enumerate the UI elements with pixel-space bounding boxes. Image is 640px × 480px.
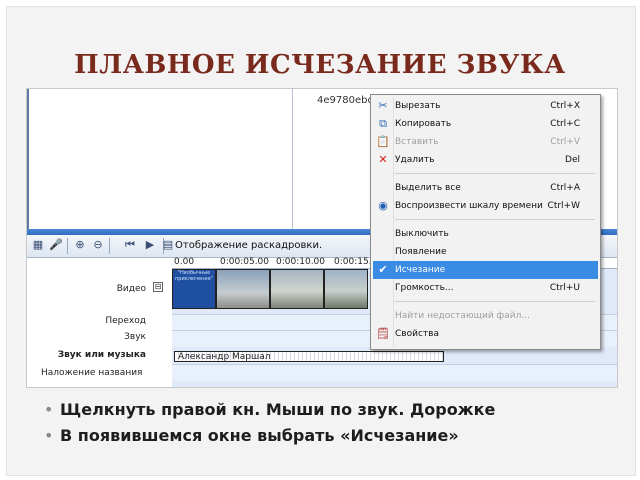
menu-item-fade-out[interactable]: ✔ Исчезание bbox=[373, 261, 598, 279]
menu-item-label: Найти недостающий файл... bbox=[395, 311, 530, 321]
context-menu: ✂ Вырезать Ctrl+X ⧉ Копировать Ctrl+C 📋 … bbox=[370, 94, 601, 350]
menu-item-label: Громкость... bbox=[395, 283, 454, 293]
preview-divider bbox=[292, 89, 293, 229]
menu-item-shortcut: Ctrl+X bbox=[550, 101, 580, 111]
menu-item-volume[interactable]: Громкость... Ctrl+U bbox=[373, 279, 598, 297]
play-icon[interactable]: ▶ bbox=[143, 238, 157, 252]
copy-icon: ⧉ bbox=[379, 117, 387, 130]
toolbar-separator bbox=[109, 238, 110, 254]
properties-icon: 🗒 bbox=[376, 327, 390, 340]
rewind-icon[interactable]: ⏮ bbox=[123, 238, 137, 252]
bullet-list: • Щелкнуть правой кн. Мыши по звук. Дорож… bbox=[44, 400, 624, 452]
bullet-text: В появившемся окне выбрать «Исчезание» bbox=[60, 426, 459, 445]
menu-item-label: Исчезание bbox=[395, 265, 446, 275]
menu-separator bbox=[395, 219, 595, 220]
menu-item-label: Вырезать bbox=[395, 101, 441, 111]
track-label-transition: Переход bbox=[105, 316, 146, 326]
preview-edge bbox=[27, 89, 29, 229]
checkmark-icon: ✔ bbox=[378, 263, 388, 276]
menu-item-shortcut: Ctrl+U bbox=[549, 283, 580, 293]
track-labels: Видео ⊟ Переход Звук Звук или музыка Нал… bbox=[27, 258, 172, 387]
menu-item-delete[interactable]: ✕ Удалить Del bbox=[373, 151, 598, 169]
menu-item-label: Появление bbox=[395, 247, 447, 257]
slide-title: ПЛАВНОЕ ИСЧЕЗАНИЕ ЗВУКА bbox=[74, 50, 566, 80]
bullet-dot-icon: • bbox=[44, 426, 54, 445]
menu-separator bbox=[395, 173, 595, 174]
bullet-dot-icon: • bbox=[44, 400, 54, 419]
menu-item-shortcut: Ctrl+A bbox=[550, 183, 580, 193]
menu-item-label: Копировать bbox=[395, 119, 452, 129]
video-clip-text: "Необычные приключения" bbox=[175, 270, 213, 282]
menu-item-label: Удалить bbox=[395, 155, 435, 165]
menu-item-fade-in[interactable]: Появление bbox=[373, 243, 598, 261]
menu-item-mute[interactable]: Выключить bbox=[373, 225, 598, 243]
menu-item-cut[interactable]: ✂ Вырезать Ctrl+X bbox=[373, 97, 598, 115]
toolbar-separator bbox=[67, 238, 68, 254]
bullet-text: Щелкнуть правой кн. Мыши по звук. Дорожк… bbox=[60, 400, 496, 419]
video-clip[interactable] bbox=[324, 269, 368, 309]
menu-item-shortcut: Ctrl+W bbox=[547, 201, 580, 211]
menu-item-paste: 📋 Вставить Ctrl+V bbox=[373, 133, 598, 151]
storyboard-view-icon[interactable]: ▤ bbox=[161, 238, 175, 252]
storyboard-icon[interactable]: ▦ bbox=[31, 238, 45, 252]
menu-item-label: Выключить bbox=[395, 229, 449, 239]
delete-icon: ✕ bbox=[378, 153, 388, 166]
video-clip[interactable] bbox=[270, 269, 324, 309]
track-label-audio-music: Звук или музыка bbox=[57, 350, 146, 360]
menu-item-label: Выделить все bbox=[395, 183, 461, 193]
bullet-item: • Щелкнуть правой кн. Мыши по звук. Дорож… bbox=[44, 400, 624, 419]
track-label-video: Видео bbox=[116, 284, 146, 294]
bullet-item: • В появившемся окне выбрать «Исчезание» bbox=[44, 426, 624, 445]
menu-separator bbox=[395, 301, 595, 302]
expand-video-icon[interactable]: ⊟ bbox=[153, 282, 163, 292]
menu-item-label: Вставить bbox=[395, 137, 439, 147]
scissors-icon: ✂ bbox=[378, 99, 388, 112]
zoom-in-icon[interactable]: ⊕ bbox=[73, 238, 87, 252]
paste-icon: 📋 bbox=[376, 135, 390, 148]
title-overlay-track[interactable] bbox=[172, 364, 617, 381]
storyboard-toggle-label[interactable]: Отображение раскадровки. bbox=[175, 240, 322, 251]
video-clip[interactable]: "Необычные приключения" bbox=[172, 269, 216, 309]
ruler-mark: 0.00 bbox=[174, 257, 195, 267]
video-clip[interactable] bbox=[216, 269, 270, 309]
microphone-icon[interactable]: 🎤 bbox=[49, 238, 63, 252]
menu-item-properties[interactable]: 🗒 Свойства bbox=[373, 325, 598, 343]
menu-item-shortcut: Ctrl+C bbox=[550, 119, 580, 129]
ruler-mark: 0:00:10.00 bbox=[276, 257, 326, 267]
play-circle-icon: ◉ bbox=[378, 199, 388, 212]
menu-item-find-missing: Найти недостающий файл... bbox=[373, 307, 598, 325]
ruler-mark: 0:00:05.00 bbox=[220, 257, 270, 267]
zoom-out-icon[interactable]: ⊖ bbox=[91, 238, 105, 252]
track-label-title-overlay: Наложение названия bbox=[41, 368, 143, 378]
track-label-audio: Звук bbox=[124, 332, 146, 342]
menu-item-copy[interactable]: ⧉ Копировать Ctrl+C bbox=[373, 115, 598, 133]
menu-item-label: Свойства bbox=[395, 329, 439, 339]
audio-music-clip[interactable]: Александр Маршал bbox=[174, 351, 444, 362]
menu-item-shortcut: Del bbox=[565, 155, 580, 165]
menu-item-play-timeline[interactable]: ◉ Воспроизвести шкалу времени Ctrl+W bbox=[373, 197, 598, 215]
menu-item-shortcut: Ctrl+V bbox=[550, 137, 580, 147]
menu-item-label: Воспроизвести шкалу времени bbox=[395, 201, 543, 211]
menu-item-select-all[interactable]: Выделить все Ctrl+A bbox=[373, 179, 598, 197]
